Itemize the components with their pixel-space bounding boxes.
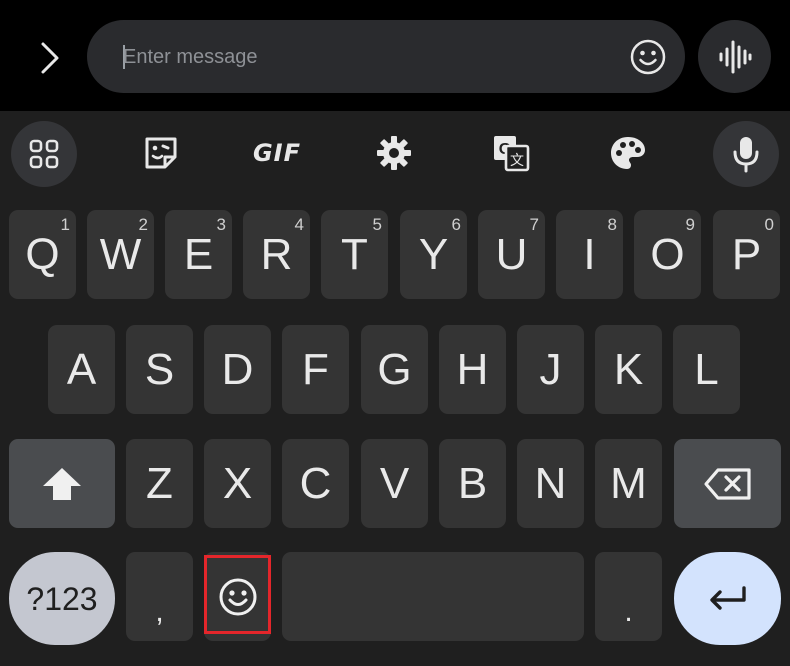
comma-label: , <box>155 595 164 628</box>
spacebar[interactable] <box>282 552 584 641</box>
shift-arrow-icon <box>43 467 81 500</box>
key-label: Z <box>146 458 173 508</box>
translate-icon[interactable]: G文 <box>478 124 544 182</box>
key-q[interactable]: Q1 <box>9 210 76 299</box>
voice-waveform-icon <box>719 40 751 73</box>
key-hint: 5 <box>372 215 382 234</box>
period-key[interactable]: . <box>595 552 662 641</box>
key-z[interactable]: Z <box>126 439 193 528</box>
enter-key[interactable] <box>674 552 781 645</box>
backspace-key[interactable] <box>674 439 781 528</box>
key-label: D <box>221 344 254 394</box>
key-k[interactable]: K <box>595 325 662 414</box>
key-h[interactable]: H <box>439 325 506 414</box>
key-g[interactable]: G <box>361 325 428 414</box>
emoji-key-highlight <box>204 555 271 634</box>
key-label: F <box>302 344 329 394</box>
key-label: J <box>539 344 562 394</box>
key-label: W <box>99 229 142 279</box>
key-label: H <box>456 344 489 394</box>
key-b[interactable]: B <box>439 439 506 528</box>
sticker-icon[interactable] <box>128 124 194 182</box>
period-label: . <box>624 595 633 628</box>
key-label: U <box>495 229 528 279</box>
key-label: Y <box>418 229 449 279</box>
key-hint: 8 <box>607 215 617 234</box>
apps-grid-icon[interactable] <box>11 121 77 187</box>
key-j[interactable]: J <box>517 325 584 414</box>
key-label: E <box>183 229 214 279</box>
key-hint: 1 <box>60 215 70 234</box>
key-label: O <box>650 229 685 279</box>
key-hint: 3 <box>216 215 226 234</box>
key-hint: 0 <box>764 215 774 234</box>
key-hint: 7 <box>529 215 539 234</box>
key-y[interactable]: Y6 <box>400 210 467 299</box>
key-t[interactable]: T5 <box>321 210 388 299</box>
smiley-icon[interactable] <box>629 38 667 76</box>
key-label: P <box>731 229 762 279</box>
key-s[interactable]: S <box>126 325 193 414</box>
key-label: G <box>377 344 412 394</box>
key-hint: 4 <box>294 215 304 234</box>
key-e[interactable]: E3 <box>165 210 232 299</box>
backspace-icon <box>703 467 751 500</box>
key-label: N <box>534 458 567 508</box>
message-bar: Enter message <box>0 0 790 111</box>
message-placeholder: Enter message <box>123 46 258 68</box>
theme-palette-icon[interactable] <box>595 124 661 182</box>
key-label: V <box>379 458 410 508</box>
key-i[interactable]: I8 <box>556 210 623 299</box>
shift-key[interactable] <box>9 439 115 528</box>
svg-text:文: 文 <box>510 153 524 169</box>
key-label: B <box>457 458 488 508</box>
keyboard-toolbar: GIF G文 <box>0 111 790 197</box>
key-label: M <box>610 458 647 508</box>
key-label: T <box>341 229 368 279</box>
key-label: K <box>613 344 644 394</box>
settings-gear-icon[interactable] <box>361 124 427 182</box>
key-w[interactable]: W2 <box>87 210 154 299</box>
key-v[interactable]: V <box>361 439 428 528</box>
key-label: I <box>583 229 596 279</box>
key-p[interactable]: P0 <box>713 210 780 299</box>
key-l[interactable]: L <box>673 325 740 414</box>
key-n[interactable]: N <box>517 439 584 528</box>
keyboard: GIF G文 Q1 W2 E3 R4 T5 Y6 U7 I8 O9 P0 A S… <box>0 111 790 666</box>
key-u[interactable]: U7 <box>478 210 545 299</box>
gif-icon[interactable]: GIF <box>244 124 310 182</box>
symbols-key[interactable]: ?123 <box>9 552 115 645</box>
key-f[interactable]: F <box>282 325 349 414</box>
message-input[interactable]: Enter message <box>87 20 685 93</box>
key-hint: 6 <box>451 215 461 234</box>
key-label: L <box>694 344 719 394</box>
key-r[interactable]: R4 <box>243 210 310 299</box>
key-hint: 2 <box>138 215 148 234</box>
enter-return-icon <box>709 585 746 610</box>
key-a[interactable]: A <box>48 325 115 414</box>
key-label: X <box>222 458 253 508</box>
key-label: Q <box>25 229 60 279</box>
key-hint: 9 <box>685 215 695 234</box>
key-label: S <box>144 344 175 394</box>
symbols-label: ?123 <box>26 580 98 617</box>
key-label: R <box>260 229 293 279</box>
voice-input-button[interactable] <box>698 20 771 93</box>
key-m[interactable]: M <box>595 439 662 528</box>
key-label: C <box>299 458 332 508</box>
comma-key[interactable]: , <box>126 552 193 641</box>
key-o[interactable]: O9 <box>634 210 701 299</box>
key-label: A <box>66 344 97 394</box>
microphone-icon[interactable] <box>713 121 779 187</box>
key-x[interactable]: X <box>204 439 271 528</box>
key-d[interactable]: D <box>204 325 271 414</box>
key-c[interactable]: C <box>282 439 349 528</box>
gif-label: GIF <box>252 139 302 167</box>
chevron-right-icon[interactable] <box>30 38 70 78</box>
